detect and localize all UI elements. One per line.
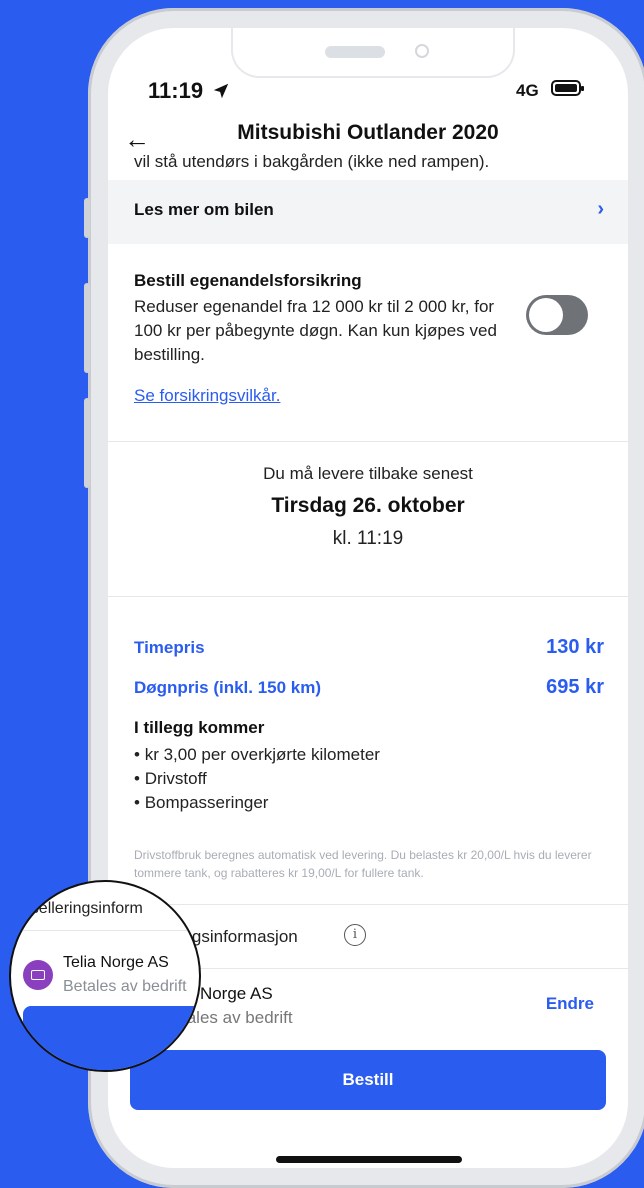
status-time: 11:19 (148, 78, 204, 103)
list-item: Drivstoff (134, 767, 380, 791)
magnified-cancellation-label: ansselleringsinform (9, 900, 143, 917)
magnified-payment-subtitle: Betales av bedrift (63, 978, 187, 995)
list-item: kr 3,00 per overkjørte kilometer (134, 743, 380, 767)
price-value: 695 kr (546, 676, 604, 698)
order-button[interactable]: Bestill (130, 1050, 606, 1110)
phone-volume-up (84, 283, 90, 373)
divider (108, 596, 628, 597)
insurance-toggle[interactable] (526, 295, 588, 335)
page-title: Mitsubishi Outlander 2020 (237, 121, 499, 144)
home-indicator (276, 1156, 462, 1163)
speaker (325, 46, 385, 58)
return-date: Tirsdag 26. oktober (271, 494, 465, 517)
magnified-payment-name: Telia Norge AS (63, 954, 169, 971)
edit-payment-button[interactable]: Endre (546, 994, 594, 1014)
magnifier-overlay: ansselleringsinform Telia Norge AS Betal… (9, 880, 201, 1072)
chevron-right-icon: › (597, 198, 604, 220)
price-label: Døgnpris (inkl. 150 km) (134, 678, 322, 697)
network-label: 4G (516, 81, 539, 100)
briefcase-icon (23, 960, 53, 990)
info-icon[interactable]: i (344, 924, 366, 946)
divider (108, 904, 628, 905)
read-more-label: Les mer om bilen (134, 200, 274, 219)
phone-side-button (84, 198, 90, 238)
price-value: 130 kr (546, 636, 604, 658)
read-more-row[interactable]: Les mer om bilen › (108, 180, 628, 244)
insurance-description: Reduser egenandel fra 12 000 kr til 2 00… (134, 297, 497, 364)
location-arrow-icon (213, 83, 229, 99)
camera (415, 44, 429, 58)
list-item: Bompasseringer (134, 791, 380, 815)
extras-title: I tillegg kommer (134, 718, 265, 737)
extras-list: kr 3,00 per overkjørte kilometer Drivsto… (134, 743, 380, 815)
divider (108, 441, 628, 442)
battery-icon (551, 80, 584, 96)
phone-volume-down (84, 398, 90, 488)
insurance-terms-link[interactable]: Se forsikringsvilkår. (134, 386, 280, 406)
magnified-order-button (23, 1006, 199, 1070)
insurance-title: Bestill egenandelsforsikring (134, 271, 362, 290)
price-label: Timepris (134, 638, 205, 657)
toggle-knob (529, 298, 563, 332)
fuel-fine-print: Drivstoffbruk beregnes automatisk ved le… (134, 848, 592, 880)
description-cut-text: vil stå utendørs i bakgården (ikke ned r… (134, 152, 490, 171)
notch (233, 28, 513, 76)
return-note: Du må levere tilbake senest (263, 464, 473, 483)
divider (11, 930, 199, 931)
return-time: kl. 11:19 (332, 528, 404, 549)
